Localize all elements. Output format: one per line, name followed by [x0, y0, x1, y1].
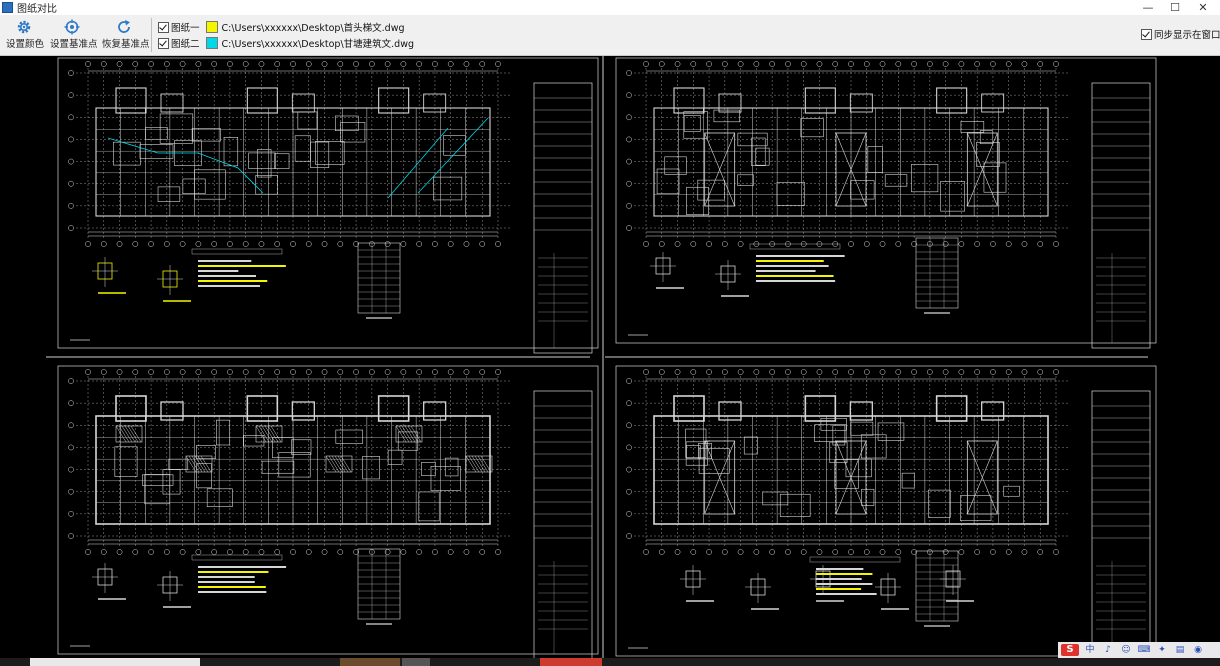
drawing2-row: 图纸二 C:\Users\xxxxxx\Desktop\甘塘建筑文.dwg — [158, 36, 414, 50]
ime-logo-icon[interactable]: S — [1061, 644, 1079, 656]
ime-user-icon[interactable]: ◉ — [1190, 644, 1206, 656]
set-reference-point-button[interactable]: 设置基准点 — [50, 19, 98, 53]
app-icon — [2, 2, 13, 13]
drawing-canvas[interactable] — [0, 56, 1220, 658]
drawing1-checkbox[interactable] — [158, 21, 169, 33]
ime-skin-icon[interactable]: ✦ — [1154, 644, 1170, 656]
set-reference-point-label: 设置基准点 — [50, 39, 98, 50]
maximize-button[interactable]: ☐ — [1161, 0, 1189, 15]
restore-reference-point-button[interactable]: 恢复基准点 — [102, 19, 150, 53]
drawing-panel-bottom-left[interactable] — [57, 365, 599, 658]
ime-menu-icon[interactable]: ▤ — [1172, 644, 1188, 656]
set-color-label: 设置颜色 — [6, 39, 45, 50]
drawing2-checkbox[interactable] — [158, 37, 169, 49]
sync-display-option[interactable]: 同步显示在窗口 — [1141, 27, 1220, 41]
drawing2-path: C:\Users\xxxxxx\Desktop\甘塘建筑文.dwg — [221, 39, 415, 50]
window-title: 图纸对比 — [17, 4, 57, 15]
drawing-frame — [57, 57, 599, 349]
taskbar — [0, 658, 1220, 666]
drawing2-label: 图纸二 — [171, 39, 200, 50]
drawing-panel-bottom-right[interactable] — [615, 365, 1157, 658]
ime-keyboard-icon[interactable]: ⌨ — [1136, 644, 1152, 656]
drawing1-color-swatch[interactable] — [205, 21, 218, 33]
drawing-frame — [615, 57, 1157, 344]
restore-reference-point-label: 恢复基准点 — [102, 39, 150, 50]
set-color-button[interactable]: 设置颜色 — [6, 19, 45, 53]
drawing-frame — [615, 365, 1157, 657]
drawing1-path: C:\Users\xxxxxx\Desktop\首头梯文.dwg — [221, 23, 405, 34]
cad-viewport[interactable] — [0, 56, 1220, 658]
target-icon — [64, 19, 80, 35]
title-bar: 图纸对比 — ☐ ✕ — [0, 0, 1220, 15]
gear-icon — [17, 20, 31, 34]
toolbar: 设置颜色 设置基准点 恢复基准点 图纸一 C:\Users\xxxxxx\Des… — [0, 15, 1220, 56]
minimize-button[interactable]: — — [1134, 0, 1162, 15]
taskbar-app[interactable] — [540, 658, 602, 666]
drawing2-color-swatch[interactable] — [205, 37, 218, 49]
ime-toolbar[interactable]: S 中 ♪ ☺ ⌨ ✦ ▤ ◉ — [1058, 642, 1220, 658]
sync-display-checkbox[interactable] — [1141, 28, 1152, 40]
ime-sound-icon[interactable]: ♪ — [1100, 644, 1116, 656]
ime-lang-icon[interactable]: 中 — [1082, 644, 1098, 656]
taskbar-app[interactable] — [402, 658, 430, 666]
refresh-icon — [118, 20, 130, 33]
drawing-panel-top-right[interactable] — [615, 57, 1157, 349]
sync-display-label: 同步显示在窗口 — [1154, 30, 1220, 41]
taskbar-app[interactable] — [30, 658, 200, 666]
drawing-frame — [57, 365, 599, 655]
drawing1-label: 图纸一 — [171, 23, 200, 34]
drawing1-row: 图纸一 C:\Users\xxxxxx\Desktop\首头梯文.dwg — [158, 20, 405, 34]
taskbar-app[interactable] — [340, 658, 400, 666]
toolbar-separator — [151, 18, 152, 52]
drawing-panel-top-left[interactable] — [57, 57, 599, 354]
ime-emoji-icon[interactable]: ☺ — [1118, 644, 1134, 656]
close-button[interactable]: ✕ — [1189, 0, 1217, 15]
